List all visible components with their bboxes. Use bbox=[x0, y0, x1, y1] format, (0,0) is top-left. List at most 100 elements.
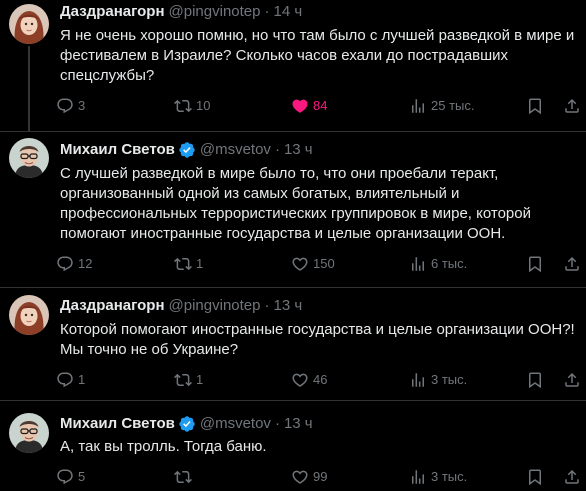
tweet-header: Даздранагорн @pingvinotep · 14 ч bbox=[60, 2, 576, 22]
avatar[interactable] bbox=[9, 413, 49, 453]
timestamp[interactable]: 13 ч bbox=[284, 414, 313, 434]
repost-button[interactable]: 1 bbox=[174, 370, 203, 390]
reply-icon bbox=[57, 98, 73, 114]
tweet-text: Которой помогают иностранные государства… bbox=[60, 321, 575, 358]
like-button[interactable]: 46 bbox=[291, 370, 327, 390]
reply-count: 3 bbox=[78, 98, 86, 113]
bookmark-icon bbox=[529, 98, 541, 115]
reply-button[interactable]: 1 bbox=[56, 370, 85, 390]
tweet[interactable]: Даздранагорн @pingvinotep · 13 ч Которой… bbox=[0, 288, 586, 401]
tweet[interactable]: Даздранагорн @pingvinotep · 14 ч Я не оч… bbox=[0, 0, 586, 132]
views-button[interactable]: 6 тыс. bbox=[409, 254, 467, 274]
bookmark-button[interactable] bbox=[526, 370, 544, 390]
verified-badge-icon bbox=[178, 415, 196, 433]
bookmark-icon bbox=[529, 372, 541, 389]
author-name[interactable]: Михаил Светов bbox=[60, 140, 175, 160]
repost-button[interactable]: 10 bbox=[174, 96, 210, 116]
like-count: 46 bbox=[313, 372, 328, 387]
reply-button[interactable]: 3 bbox=[56, 96, 85, 116]
reply-icon bbox=[57, 469, 73, 485]
reply-count: 12 bbox=[78, 256, 93, 271]
views-button[interactable]: 25 тыс. bbox=[409, 96, 474, 116]
views-icon bbox=[412, 99, 424, 113]
separator: · bbox=[264, 3, 270, 20]
author-name[interactable]: Михаил Светов bbox=[60, 414, 175, 434]
like-icon bbox=[292, 373, 308, 387]
share-button[interactable] bbox=[563, 254, 581, 274]
repost-icon bbox=[174, 373, 192, 387]
share-icon bbox=[565, 98, 579, 113]
like-button[interactable]: 84 bbox=[291, 96, 327, 116]
repost-icon bbox=[174, 257, 192, 271]
repost-count: 1 bbox=[196, 256, 204, 271]
avatar[interactable] bbox=[9, 138, 49, 178]
share-icon bbox=[565, 469, 579, 484]
reply-button[interactable]: 5 bbox=[56, 467, 85, 487]
author-name[interactable]: Даздранагорн bbox=[60, 2, 165, 22]
tweet[interactable]: Михаил Светов @msvetov · 13 ч А, так вы … bbox=[0, 401, 586, 491]
share-icon bbox=[565, 372, 579, 387]
repost-icon bbox=[174, 99, 192, 113]
author-handle[interactable]: @msvetov bbox=[200, 414, 271, 434]
conversation-thread: Даздранагорн @pingvinotep · 14 ч Я не оч… bbox=[0, 0, 586, 491]
views-count: 3 тыс. bbox=[431, 469, 468, 484]
views-button[interactable]: 3 тыс. bbox=[409, 370, 467, 390]
views-button[interactable]: 3 тыс. bbox=[409, 467, 467, 487]
timestamp[interactable]: 13 ч bbox=[274, 296, 303, 316]
timestamp[interactable]: 14 ч bbox=[274, 2, 303, 22]
author-name[interactable]: Даздранагорн bbox=[60, 296, 165, 316]
tweet-header: Михаил Светов @msvetov · 13 ч bbox=[60, 414, 576, 434]
tweet-actions: 12 1 150 6 тыс. bbox=[56, 254, 579, 274]
repost-icon bbox=[174, 470, 192, 484]
views-icon bbox=[412, 470, 424, 484]
like-count: 84 bbox=[313, 98, 328, 113]
share-button[interactable] bbox=[563, 370, 581, 390]
share-button[interactable] bbox=[563, 96, 581, 116]
views-icon bbox=[412, 257, 424, 271]
tweet-actions: 5 99 3 тыс. bbox=[56, 467, 579, 487]
reply-icon bbox=[57, 372, 73, 388]
repost-count: 1 bbox=[196, 372, 204, 387]
author-handle[interactable]: @pingvinotep bbox=[169, 2, 261, 22]
reply-icon bbox=[57, 256, 73, 272]
tweet-text: С лучшей разведкой в мире было то, что о… bbox=[60, 165, 531, 242]
bookmark-button[interactable] bbox=[526, 467, 544, 487]
reply-button[interactable]: 12 bbox=[56, 254, 92, 274]
like-count: 150 bbox=[313, 256, 335, 271]
bookmark-button[interactable] bbox=[526, 254, 544, 274]
tweet-actions: 1 1 46 3 тыс. bbox=[56, 370, 579, 390]
thread-line bbox=[28, 46, 30, 131]
separator: · bbox=[274, 415, 280, 432]
avatar[interactable] bbox=[9, 4, 49, 44]
timestamp[interactable]: 13 ч bbox=[284, 140, 313, 160]
avatar[interactable] bbox=[9, 295, 49, 335]
tweet-header: Михаил Светов @msvetov · 13 ч bbox=[60, 140, 576, 160]
repost-count: 10 bbox=[196, 98, 211, 113]
reply-count: 5 bbox=[78, 469, 86, 484]
repost-button[interactable] bbox=[174, 467, 196, 487]
author-handle[interactable]: @pingvinotep bbox=[169, 296, 261, 316]
author-handle[interactable]: @msvetov bbox=[200, 140, 271, 160]
separator: · bbox=[264, 297, 270, 314]
views-icon bbox=[412, 373, 424, 387]
repost-button[interactable]: 1 bbox=[174, 254, 203, 274]
tweet-text: Я не очень хорошо помню, но что там было… bbox=[60, 27, 575, 84]
tweet-header: Даздранагорн @pingvinotep · 13 ч bbox=[60, 296, 576, 316]
reply-count: 1 bbox=[78, 372, 86, 387]
tweet-actions: 3 10 84 25 тыс. bbox=[56, 96, 579, 116]
like-count: 99 bbox=[313, 469, 328, 484]
views-count: 3 тыс. bbox=[431, 372, 468, 387]
tweet[interactable]: Михаил Светов @msvetov · 13 ч С лучшей р… bbox=[0, 132, 586, 288]
bookmark-icon bbox=[529, 469, 541, 486]
separator: · bbox=[274, 141, 280, 158]
like-button[interactable]: 99 bbox=[291, 467, 327, 487]
verified-badge-icon bbox=[178, 141, 196, 159]
like-button[interactable]: 150 bbox=[291, 254, 335, 274]
bookmark-button[interactable] bbox=[526, 96, 544, 116]
tweet-text: А, так вы тролль. Тогда баню. bbox=[60, 438, 267, 455]
views-count: 25 тыс. bbox=[431, 98, 475, 113]
views-count: 6 тыс. bbox=[431, 256, 468, 271]
share-button[interactable] bbox=[563, 467, 581, 487]
like-icon bbox=[292, 470, 308, 484]
like-icon bbox=[292, 257, 308, 271]
